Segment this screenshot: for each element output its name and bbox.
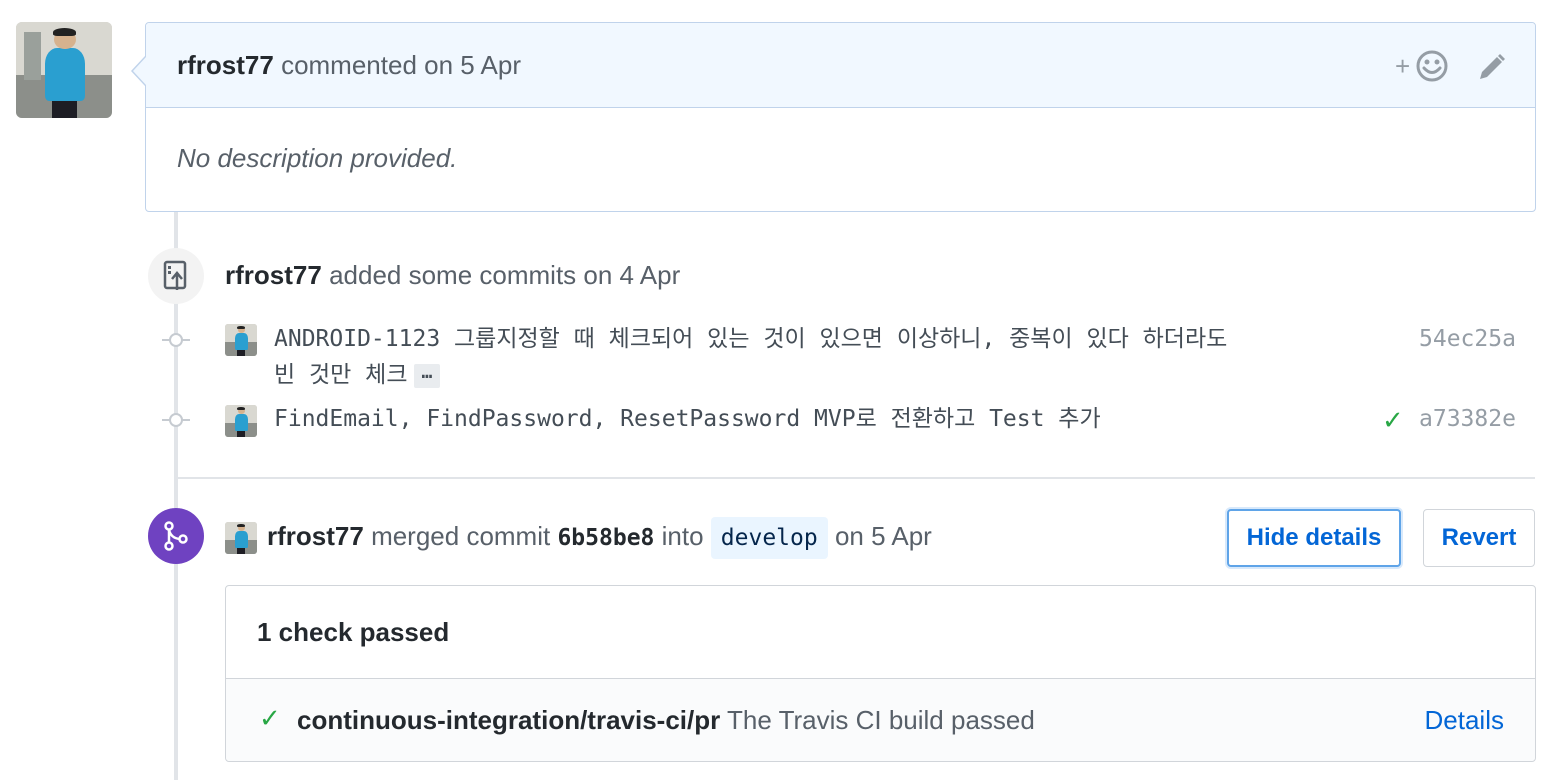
commits-event-title: rfrost77 added some commits on 4 Apr: [225, 260, 680, 291]
commits-author-link[interactable]: rfrost77: [225, 260, 322, 290]
commit-status-success-icon[interactable]: ✓: [1382, 405, 1404, 436]
revert-button[interactable]: Revert: [1423, 509, 1535, 567]
comment-author-link[interactable]: rfrost77: [177, 50, 274, 80]
status-checks-box: 1 check passed ✓ continuous-integration/…: [225, 585, 1536, 762]
merge-action: merged commit: [371, 521, 551, 551]
merge-author-link[interactable]: rfrost77: [267, 521, 364, 551]
merge-event-title: rfrost77 merged commit 6b58be8 into deve…: [267, 517, 932, 559]
merge-into: into: [661, 521, 704, 551]
expand-commit-button[interactable]: …: [413, 363, 441, 388]
checks-summary: 1 check passed: [257, 617, 450, 647]
timeline-divider: [178, 477, 1535, 479]
commit-message-line2: 빈 것만 체크…: [274, 357, 1227, 393]
commit-message[interactable]: FindEmail, FindPassword, ResetPassword M…: [274, 401, 1101, 437]
commits-badge: [148, 248, 204, 304]
checks-header: 1 check passed: [226, 586, 1535, 679]
commit-sha-link[interactable]: a73382e: [1419, 406, 1516, 432]
commit-message-line2-text[interactable]: 빈 것만 체크: [274, 362, 408, 388]
git-merge-icon: [164, 521, 188, 551]
merged-badge: [148, 508, 204, 564]
plus-label: +: [1395, 51, 1411, 81]
check-details-link[interactable]: Details: [1425, 705, 1504, 736]
comment-action: commented on 5 Apr: [281, 50, 521, 80]
comment-header: rfrost77 commented on 5 Apr +: [146, 23, 1535, 108]
comment-pointer-inner: [133, 57, 146, 85]
merge-commit-sha-link[interactable]: 6b58be8: [557, 525, 654, 551]
comment-author-avatar[interactable]: [16, 22, 112, 118]
hide-details-button[interactable]: Hide details: [1227, 509, 1401, 567]
check-success-icon: ✓: [259, 703, 281, 733]
pr-description-comment: rfrost77 commented on 5 Apr + No descrip…: [145, 22, 1536, 212]
check-row: ✓ continuous-integration/travis-ci/pr Th…: [226, 679, 1535, 761]
merge-date: on 5 Apr: [834, 521, 932, 551]
smiley-icon: [1416, 50, 1448, 82]
commit-author-avatar[interactable]: [225, 324, 257, 356]
check-context: continuous-integration/travis-ci/pr: [297, 705, 721, 735]
commit-node: [162, 333, 190, 347]
target-branch-label[interactable]: develop: [710, 517, 828, 559]
comment-body: No description provided.: [177, 143, 458, 173]
check-description: The Travis CI build passed: [727, 705, 1035, 735]
commits-action: added some commits on 4 Apr: [329, 260, 681, 290]
pencil-icon[interactable]: [1474, 51, 1508, 85]
check-text: continuous-integration/travis-ci/pr The …: [297, 705, 1035, 736]
commit-message-line1[interactable]: ANDROID-1123 그룹지정할 때 체크되어 있는 것이 있으면 이상하니…: [274, 321, 1227, 357]
repo-push-icon: [163, 260, 187, 290]
commit-sha-link[interactable]: 54ec25a: [1419, 326, 1516, 352]
commit-node: [162, 413, 190, 427]
add-reaction-button[interactable]: +: [1395, 49, 1455, 83]
comment-title: rfrost77 commented on 5 Apr: [177, 50, 521, 81]
commit-author-avatar[interactable]: [225, 405, 257, 437]
merger-avatar[interactable]: [225, 522, 257, 554]
commit-message[interactable]: ANDROID-1123 그룹지정할 때 체크되어 있는 것이 있으면 이상하니…: [274, 321, 1227, 393]
